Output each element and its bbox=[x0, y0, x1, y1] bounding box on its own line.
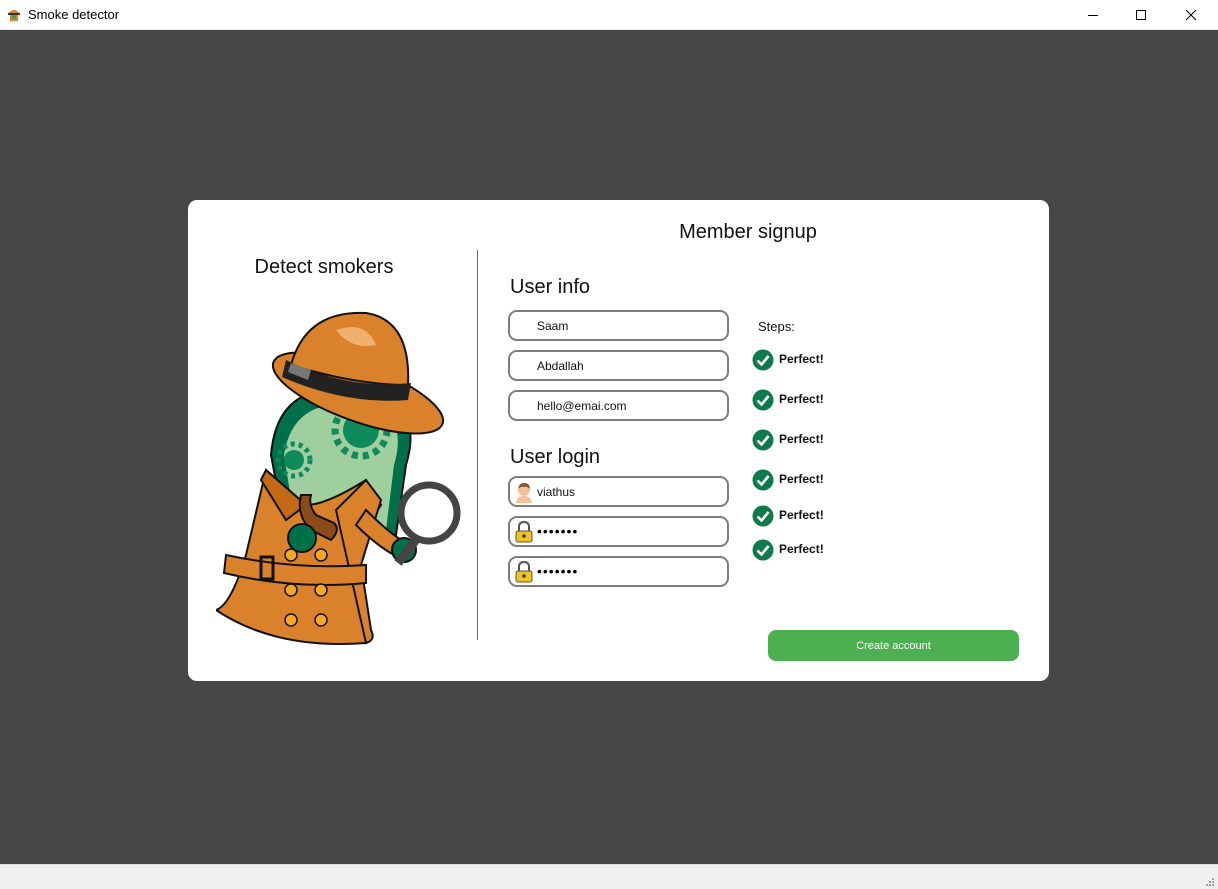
detective-mascot-illustration bbox=[216, 311, 461, 646]
close-button[interactable] bbox=[1168, 0, 1214, 30]
check-circle-icon bbox=[752, 349, 774, 371]
title-bar: Smoke detector bbox=[0, 0, 1218, 30]
minimize-icon bbox=[1088, 15, 1098, 16]
password-value: ••••••• bbox=[537, 523, 579, 539]
check-circle-icon bbox=[752, 469, 774, 491]
last-name-field[interactable]: Abdallah bbox=[508, 350, 729, 381]
check-circle-icon bbox=[752, 505, 774, 527]
app-icon bbox=[8, 10, 20, 21]
user-login-heading: User login bbox=[510, 446, 601, 468]
check-circle-icon bbox=[752, 539, 774, 561]
signup-card: Detect smokers Member signup User info S… bbox=[188, 200, 1049, 681]
last-name-value: Abdallah bbox=[537, 359, 584, 373]
email-value: hello@emai.com bbox=[537, 399, 627, 413]
status-bar bbox=[0, 864, 1218, 889]
step-status-text: Perfect! bbox=[779, 432, 824, 446]
username-value: viathus bbox=[537, 485, 576, 499]
create-account-button[interactable]: Create account bbox=[768, 630, 1019, 661]
check-circle-icon bbox=[752, 389, 774, 411]
username-field[interactable]: viathus bbox=[508, 476, 729, 507]
step-status-text: Perfect! bbox=[779, 472, 824, 486]
confirm-password-value: ••••••• bbox=[537, 563, 579, 579]
confirm-password-field[interactable]: ••••••• bbox=[508, 556, 729, 587]
step-status-text: Perfect! bbox=[779, 542, 824, 556]
first-name-value: Saam bbox=[537, 319, 569, 333]
maximize-button[interactable] bbox=[1118, 0, 1164, 30]
detect-smokers-heading: Detect smokers bbox=[254, 256, 394, 278]
user-icon bbox=[516, 483, 532, 503]
resize-grip-icon[interactable] bbox=[1204, 876, 1214, 886]
step-status-text: Perfect! bbox=[779, 352, 824, 366]
email-field[interactable]: hello@emai.com bbox=[508, 390, 729, 421]
user-info-heading: User info bbox=[510, 276, 591, 298]
minimize-button[interactable] bbox=[1070, 0, 1116, 30]
member-signup-heading: Member signup bbox=[679, 221, 817, 243]
lock-icon bbox=[515, 521, 533, 543]
lock-icon bbox=[515, 561, 533, 583]
window-title: Smoke detector bbox=[28, 7, 120, 22]
password-field[interactable]: ••••••• bbox=[508, 516, 729, 547]
maximize-icon bbox=[1136, 10, 1146, 20]
close-icon bbox=[1185, 9, 1197, 21]
steps-label: Steps: bbox=[758, 319, 795, 334]
check-circle-icon bbox=[752, 429, 774, 451]
first-name-field[interactable]: Saam bbox=[508, 310, 729, 341]
step-status-text: Perfect! bbox=[779, 508, 824, 522]
step-status-text: Perfect! bbox=[779, 392, 824, 406]
panel-divider bbox=[477, 250, 478, 640]
